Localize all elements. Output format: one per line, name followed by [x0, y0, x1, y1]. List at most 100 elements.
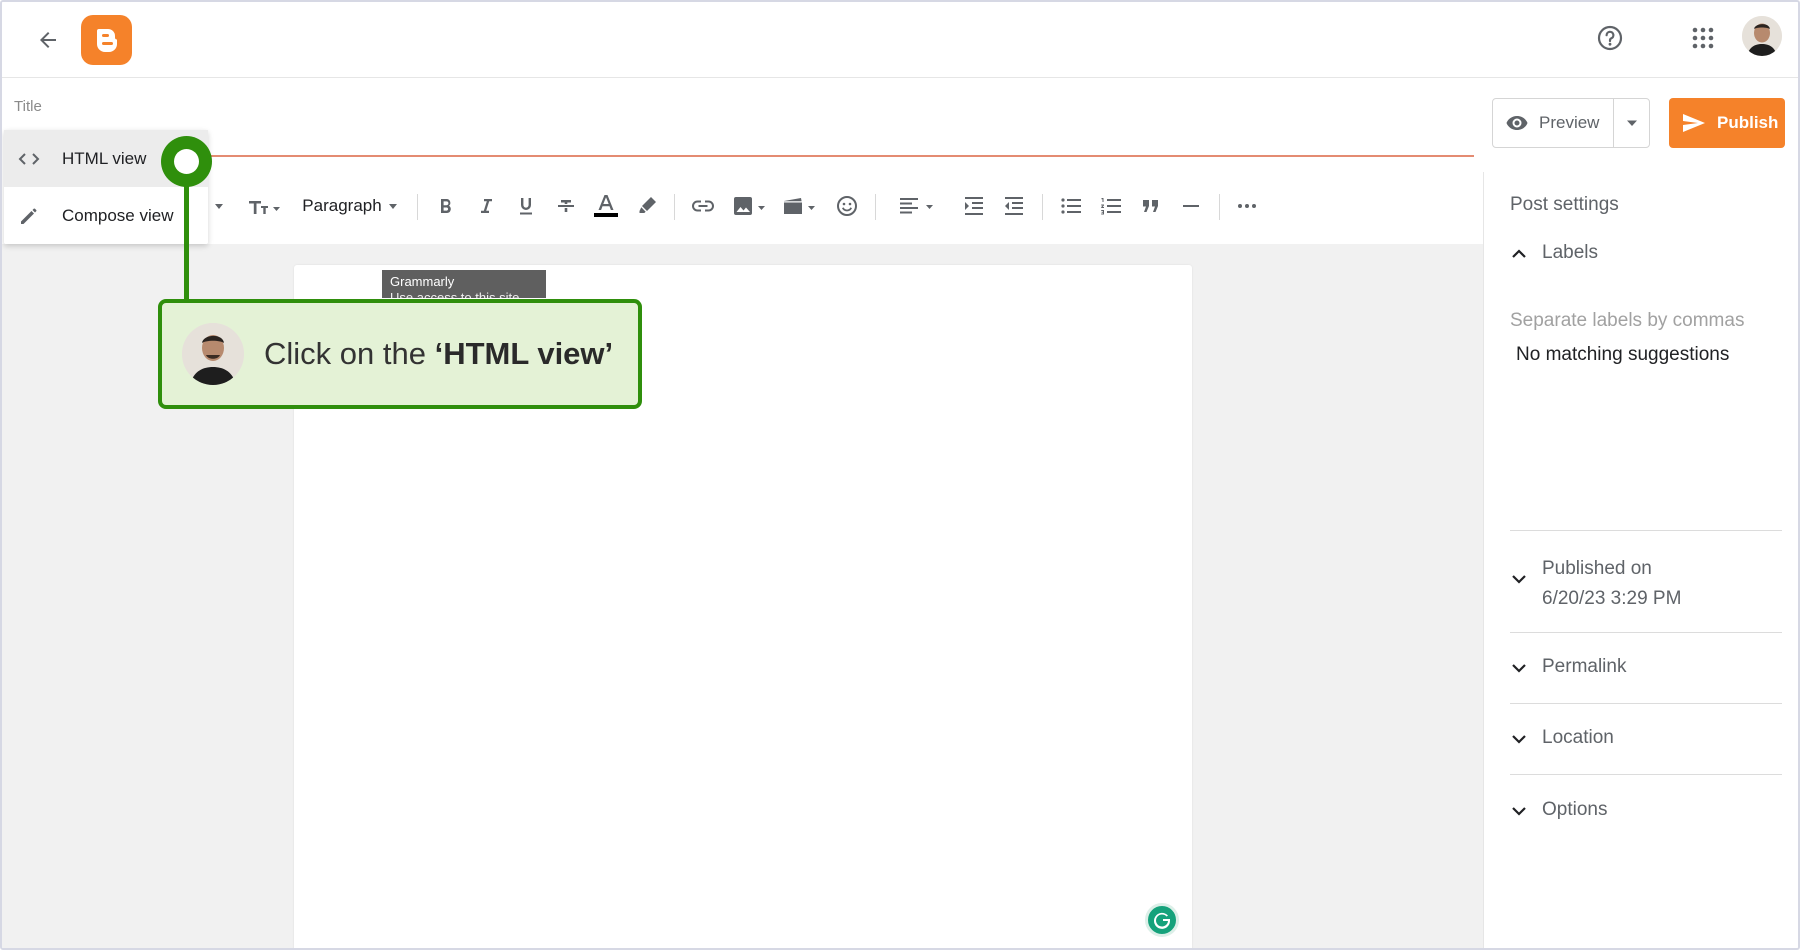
bulleted-list-button[interactable]	[1056, 188, 1086, 224]
apps-button[interactable]	[1683, 18, 1723, 58]
link-icon	[692, 200, 714, 212]
underline-icon	[520, 198, 532, 215]
outdent-button[interactable]	[999, 188, 1029, 224]
labels-section-header[interactable]: Labels	[1510, 242, 1782, 264]
caret-down-icon	[1626, 120, 1637, 126]
published-section-header[interactable]: Published on 6/20/23 3:29 PM	[1510, 554, 1782, 614]
insert-image-button[interactable]	[730, 188, 770, 224]
user-avatar[interactable]	[1742, 16, 1782, 56]
labels-header-label: Labels	[1542, 242, 1598, 263]
strikethrough-button[interactable]	[552, 188, 580, 224]
grammarly-tooltip: Grammarly Use access to this site	[382, 270, 546, 298]
chevron-up-icon	[1512, 249, 1526, 258]
more-options-button[interactable]	[1232, 188, 1262, 224]
paragraph-style-select[interactable]: Paragraph	[298, 188, 402, 224]
apps-grid-icon	[1692, 27, 1714, 49]
published-label: Published on	[1542, 558, 1652, 579]
callout-text: Click on the ‘HTML view’	[264, 336, 613, 372]
preview-dropdown-button[interactable]	[1613, 99, 1649, 147]
publish-button[interactable]: Publish	[1669, 98, 1785, 148]
align-button[interactable]	[895, 188, 939, 224]
highlight-color-button[interactable]	[632, 188, 662, 224]
help-circle-icon	[1597, 25, 1623, 51]
preview-label: Preview	[1539, 113, 1600, 132]
title-placeholder[interactable]: Title	[14, 98, 42, 115]
video-icon	[784, 198, 815, 214]
top-bar	[2, 2, 1798, 78]
pencil-icon	[21, 208, 37, 224]
location-label: Location	[1542, 727, 1614, 748]
toolbar-divider	[417, 194, 418, 220]
callout-prefix: Click on the	[264, 336, 435, 371]
labels-input[interactable]: Separate labels by commas	[1510, 310, 1744, 332]
indent-decrease-icon	[1005, 197, 1023, 215]
post-settings-title: Post settings	[1510, 194, 1619, 215]
strikethrough-icon	[558, 200, 574, 212]
emoji-icon	[837, 196, 857, 216]
indent-button[interactable]	[959, 188, 989, 224]
italic-button[interactable]	[472, 188, 500, 224]
preview-button-group: Preview	[1492, 98, 1650, 148]
published-date: 6/20/23 3:29 PM	[1542, 588, 1682, 609]
italic-icon	[481, 199, 492, 213]
labels-no-match-text: No matching suggestions	[1516, 344, 1730, 365]
more-horizontal-icon	[1238, 204, 1256, 208]
quote-button[interactable]	[1136, 188, 1166, 224]
grammarly-tooltip-subtitle: Use access to this site	[390, 290, 520, 298]
compose-view-label: Compose view	[62, 205, 174, 225]
bold-button[interactable]	[432, 188, 460, 224]
code-icon	[18, 152, 40, 165]
toolbar-divider	[1042, 194, 1043, 220]
grammarly-button[interactable]	[1145, 903, 1179, 937]
align-left-icon	[900, 198, 933, 214]
horizontal-rule-button[interactable]	[1176, 188, 1206, 224]
callout-avatar	[182, 323, 244, 385]
insert-video-button[interactable]	[780, 188, 820, 224]
options-section-header[interactable]: Options	[1510, 799, 1782, 821]
font-size-button[interactable]	[244, 188, 284, 224]
chevron-down-icon	[1512, 807, 1526, 816]
app-window: Title Preview Publish Paragraph Grammarl…	[0, 0, 1800, 950]
post-settings-sidebar: Post settings Labels Separate labels by …	[1483, 172, 1798, 948]
toolbar-divider	[875, 194, 876, 220]
text-size-icon	[249, 201, 280, 214]
numbered-list-button[interactable]	[1096, 188, 1126, 224]
text-color-button[interactable]	[590, 188, 622, 224]
help-button[interactable]	[1590, 18, 1630, 58]
send-icon	[1683, 114, 1705, 132]
grammarly-tooltip-title: Grammarly	[390, 274, 455, 289]
title-underline	[182, 155, 1474, 157]
callout-highlight: ‘HTML view’	[434, 336, 614, 371]
horizontal-rule-icon	[1183, 205, 1199, 207]
sidebar-divider	[1510, 774, 1782, 775]
tutorial-callout: Click on the ‘HTML view’	[158, 299, 642, 409]
sidebar-divider	[1510, 703, 1782, 704]
publish-label: Publish	[1717, 113, 1779, 132]
chevron-down-icon	[1512, 664, 1526, 673]
arrow-left-icon	[40, 32, 56, 48]
grammarly-icon	[1154, 912, 1170, 929]
preview-button[interactable]: Preview	[1493, 99, 1613, 147]
permalink-label: Permalink	[1542, 656, 1627, 677]
insert-emoji-button[interactable]	[832, 188, 862, 224]
sidebar-divider	[1510, 530, 1782, 531]
menu-item-compose-view[interactable]: Compose view	[4, 187, 208, 244]
text-color-icon	[594, 195, 618, 217]
html-view-label: HTML view	[62, 148, 147, 168]
location-section-header[interactable]: Location	[1510, 727, 1782, 749]
bulleted-list-icon	[1061, 198, 1081, 214]
callout-hotspot	[161, 136, 212, 187]
caret-down-icon	[388, 204, 397, 209]
blogger-logo-icon[interactable]	[81, 15, 132, 65]
numbered-list-icon	[1101, 198, 1121, 215]
formatting-toolbar: Paragraph	[2, 172, 1483, 244]
image-icon	[734, 197, 765, 215]
toolbar-divider	[674, 194, 675, 220]
underline-button[interactable]	[512, 188, 540, 224]
back-button[interactable]	[28, 20, 68, 60]
hotspot-center	[174, 149, 199, 174]
permalink-section-header[interactable]: Permalink	[1510, 656, 1782, 678]
insert-link-button[interactable]	[688, 188, 718, 224]
eye-icon	[1506, 116, 1528, 130]
paragraph-label: Paragraph	[302, 196, 382, 215]
